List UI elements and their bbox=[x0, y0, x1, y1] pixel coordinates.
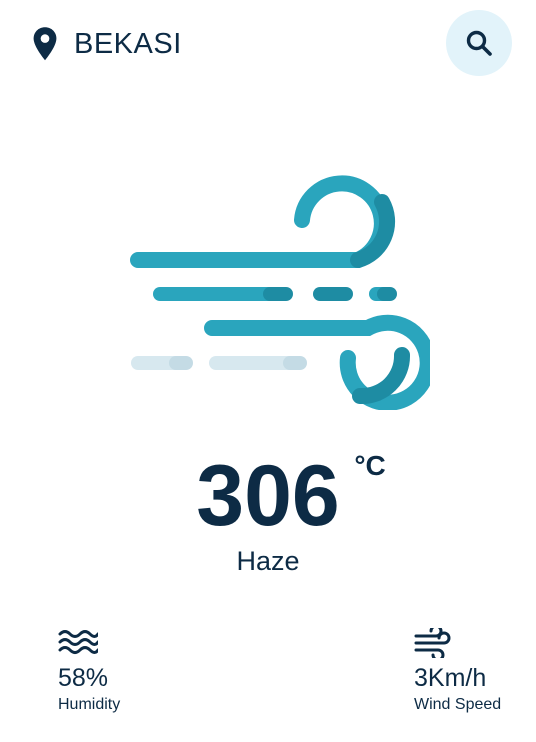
humidity-stat: 58% Humidity bbox=[58, 628, 120, 714]
temperature-block: 306 °C bbox=[196, 446, 386, 546]
humidity-label: Humidity bbox=[58, 696, 121, 713]
location: BEKASI bbox=[30, 24, 182, 64]
wind-speed-label: Wind Speed bbox=[414, 696, 502, 713]
weather-condition: Haze bbox=[236, 546, 300, 576]
wind-stat: 3Km/h Wind Speed bbox=[414, 628, 501, 714]
app-header: BEKASI bbox=[0, 0, 536, 90]
city-name: BEKASI bbox=[74, 27, 182, 60]
temperature-unit: °C bbox=[354, 450, 386, 481]
temperature: 306 °C bbox=[0, 446, 536, 546]
wind-icon bbox=[130, 175, 430, 410]
humidity-value: 58% bbox=[58, 664, 109, 692]
search-icon bbox=[464, 28, 494, 58]
map-pin-icon bbox=[33, 27, 57, 61]
temperature-value: 306 bbox=[196, 448, 340, 544]
humidity-waves-icon bbox=[58, 630, 98, 654]
wind-icon bbox=[414, 628, 451, 658]
search-button[interactable] bbox=[446, 10, 512, 76]
wind-speed-value: 3Km/h bbox=[414, 664, 487, 692]
